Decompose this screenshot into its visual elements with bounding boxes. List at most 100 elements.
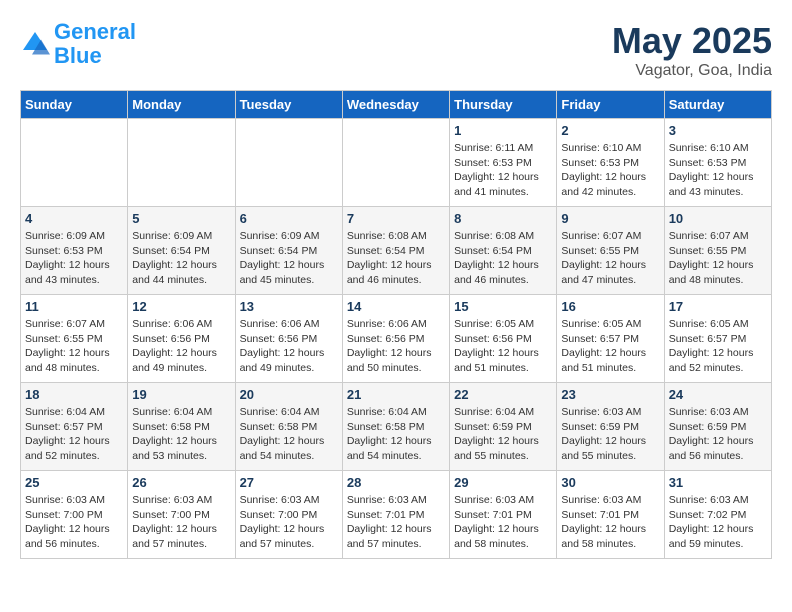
- day-info: Sunrise: 6:03 AM Sunset: 7:01 PM Dayligh…: [561, 493, 659, 552]
- calendar-cell: 17Sunrise: 6:05 AM Sunset: 6:57 PM Dayli…: [664, 295, 771, 383]
- calendar-week-row: 1 Sunrise: 6:11 AM Sunset: 6:53 PM Daylig…: [21, 119, 772, 207]
- day-number: 8: [454, 211, 552, 226]
- day-info: Sunrise: 6:08 AM Sunset: 6:54 PM Dayligh…: [454, 229, 552, 288]
- day-number: 15: [454, 299, 552, 314]
- day-number: 19: [132, 387, 230, 402]
- month-title: May 2025: [612, 20, 772, 62]
- weekday-header: Tuesday: [235, 91, 342, 119]
- day-info: Sunrise: 6:07 AM Sunset: 6:55 PM Dayligh…: [561, 229, 659, 288]
- logo: GeneralBlue: [20, 20, 136, 68]
- calendar-cell: 7 Sunrise: 6:08 AM Sunset: 6:54 PM Daylig…: [342, 207, 449, 295]
- calendar-body: 1 Sunrise: 6:11 AM Sunset: 6:53 PM Daylig…: [21, 119, 772, 559]
- calendar-cell: 27 Sunrise: 6:03 AM Sunset: 7:00 PM Dayli…: [235, 471, 342, 559]
- day-info: Sunrise: 6:07 AM Sunset: 6:55 PM Dayligh…: [669, 229, 767, 288]
- calendar-cell: 11Sunrise: 6:07 AM Sunset: 6:55 PM Dayli…: [21, 295, 128, 383]
- calendar-cell: 21Sunrise: 6:04 AM Sunset: 6:58 PM Dayli…: [342, 383, 449, 471]
- day-number: 28: [347, 475, 445, 490]
- day-number: 3: [669, 123, 767, 138]
- calendar-cell: 15 Sunrise: 6:05 AM Sunset: 6:56 PM Dayli…: [450, 295, 557, 383]
- calendar-week-row: 4 Sunrise: 6:09 AM Sunset: 6:53 PM Daylig…: [21, 207, 772, 295]
- day-number: 7: [347, 211, 445, 226]
- calendar-cell: 24 Sunrise: 6:03 AM Sunset: 6:59 PM Dayli…: [664, 383, 771, 471]
- calendar-cell: 10 Sunrise: 6:07 AM Sunset: 6:55 PM Dayli…: [664, 207, 771, 295]
- day-number: 9: [561, 211, 659, 226]
- day-info: Sunrise: 6:08 AM Sunset: 6:54 PM Dayligh…: [347, 229, 445, 288]
- calendar-cell: [342, 119, 449, 207]
- day-info: Sunrise: 6:03 AM Sunset: 7:00 PM Dayligh…: [25, 493, 123, 552]
- day-info: Sunrise: 6:11 AM Sunset: 6:53 PM Dayligh…: [454, 141, 552, 200]
- day-info: Sunrise: 6:04 AM Sunset: 6:59 PM Dayligh…: [454, 405, 552, 464]
- calendar-cell: 16Sunrise: 6:05 AM Sunset: 6:57 PM Dayli…: [557, 295, 664, 383]
- calendar-cell: 6Sunrise: 6:09 AM Sunset: 6:54 PM Daylig…: [235, 207, 342, 295]
- calendar-cell: 9 Sunrise: 6:07 AM Sunset: 6:55 PM Daylig…: [557, 207, 664, 295]
- calendar-cell: 20Sunrise: 6:04 AM Sunset: 6:58 PM Dayli…: [235, 383, 342, 471]
- day-info: Sunrise: 6:10 AM Sunset: 6:53 PM Dayligh…: [669, 141, 767, 200]
- day-info: Sunrise: 6:05 AM Sunset: 6:57 PM Dayligh…: [669, 317, 767, 376]
- day-number: 1: [454, 123, 552, 138]
- title-section: May 2025 Vagator, Goa, India: [612, 20, 772, 80]
- weekday-header: Friday: [557, 91, 664, 119]
- day-number: 22: [454, 387, 552, 402]
- calendar-cell: 26Sunrise: 6:03 AM Sunset: 7:00 PM Dayli…: [128, 471, 235, 559]
- weekday-header: Wednesday: [342, 91, 449, 119]
- day-number: 23: [561, 387, 659, 402]
- day-info: Sunrise: 6:06 AM Sunset: 6:56 PM Dayligh…: [347, 317, 445, 376]
- day-number: 2: [561, 123, 659, 138]
- calendar-cell: 31 Sunrise: 6:03 AM Sunset: 7:02 PM Dayli…: [664, 471, 771, 559]
- day-info: Sunrise: 6:10 AM Sunset: 6:53 PM Dayligh…: [561, 141, 659, 200]
- day-number: 4: [25, 211, 123, 226]
- calendar-cell: 25 Sunrise: 6:03 AM Sunset: 7:00 PM Dayli…: [21, 471, 128, 559]
- day-info: Sunrise: 6:03 AM Sunset: 7:00 PM Dayligh…: [240, 493, 338, 552]
- weekday-header: Sunday: [21, 91, 128, 119]
- calendar-cell: 13 Sunrise: 6:06 AM Sunset: 6:56 PM Dayli…: [235, 295, 342, 383]
- day-info: Sunrise: 6:09 AM Sunset: 6:54 PM Dayligh…: [132, 229, 230, 288]
- day-info: Sunrise: 6:06 AM Sunset: 6:56 PM Dayligh…: [240, 317, 338, 376]
- calendar-cell: 19Sunrise: 6:04 AM Sunset: 6:58 PM Dayli…: [128, 383, 235, 471]
- day-number: 31: [669, 475, 767, 490]
- day-info: Sunrise: 6:03 AM Sunset: 7:02 PM Dayligh…: [669, 493, 767, 552]
- calendar-cell: 3 Sunrise: 6:10 AM Sunset: 6:53 PM Daylig…: [664, 119, 771, 207]
- calendar-cell: 1 Sunrise: 6:11 AM Sunset: 6:53 PM Daylig…: [450, 119, 557, 207]
- day-number: 16: [561, 299, 659, 314]
- calendar-cell: 12Sunrise: 6:06 AM Sunset: 6:56 PM Dayli…: [128, 295, 235, 383]
- weekday-header: Thursday: [450, 91, 557, 119]
- calendar-week-row: 11Sunrise: 6:07 AM Sunset: 6:55 PM Dayli…: [21, 295, 772, 383]
- calendar-cell: 8 Sunrise: 6:08 AM Sunset: 6:54 PM Daylig…: [450, 207, 557, 295]
- weekday-header: Monday: [128, 91, 235, 119]
- calendar-header: SundayMondayTuesdayWednesdayThursdayFrid…: [21, 91, 772, 119]
- calendar-cell: 4 Sunrise: 6:09 AM Sunset: 6:53 PM Daylig…: [21, 207, 128, 295]
- day-info: Sunrise: 6:03 AM Sunset: 6:59 PM Dayligh…: [561, 405, 659, 464]
- day-info: Sunrise: 6:03 AM Sunset: 7:01 PM Dayligh…: [347, 493, 445, 552]
- day-info: Sunrise: 6:07 AM Sunset: 6:55 PM Dayligh…: [25, 317, 123, 376]
- day-info: Sunrise: 6:04 AM Sunset: 6:57 PM Dayligh…: [25, 405, 123, 464]
- day-number: 27: [240, 475, 338, 490]
- calendar-cell: 29Sunrise: 6:03 AM Sunset: 7:01 PM Dayli…: [450, 471, 557, 559]
- calendar-cell: [128, 119, 235, 207]
- calendar-cell: 23 Sunrise: 6:03 AM Sunset: 6:59 PM Dayli…: [557, 383, 664, 471]
- logo-text: GeneralBlue: [54, 20, 136, 68]
- day-number: 25: [25, 475, 123, 490]
- day-number: 14: [347, 299, 445, 314]
- day-number: 18: [25, 387, 123, 402]
- day-number: 13: [240, 299, 338, 314]
- calendar-week-row: 18 Sunrise: 6:04 AM Sunset: 6:57 PM Dayli…: [21, 383, 772, 471]
- weekday-row: SundayMondayTuesdayWednesdayThursdayFrid…: [21, 91, 772, 119]
- day-info: Sunrise: 6:09 AM Sunset: 6:53 PM Dayligh…: [25, 229, 123, 288]
- calendar-cell: [21, 119, 128, 207]
- calendar-cell: 5Sunrise: 6:09 AM Sunset: 6:54 PM Daylig…: [128, 207, 235, 295]
- day-info: Sunrise: 6:04 AM Sunset: 6:58 PM Dayligh…: [347, 405, 445, 464]
- day-number: 12: [132, 299, 230, 314]
- day-info: Sunrise: 6:04 AM Sunset: 6:58 PM Dayligh…: [240, 405, 338, 464]
- location: Vagator, Goa, India: [612, 62, 772, 80]
- day-number: 29: [454, 475, 552, 490]
- calendar-cell: 2 Sunrise: 6:10 AM Sunset: 6:53 PM Daylig…: [557, 119, 664, 207]
- weekday-header: Saturday: [664, 91, 771, 119]
- day-number: 24: [669, 387, 767, 402]
- calendar-cell: 18 Sunrise: 6:04 AM Sunset: 6:57 PM Dayli…: [21, 383, 128, 471]
- calendar-cell: 28 Sunrise: 6:03 AM Sunset: 7:01 PM Dayli…: [342, 471, 449, 559]
- day-number: 10: [669, 211, 767, 226]
- day-info: Sunrise: 6:05 AM Sunset: 6:56 PM Dayligh…: [454, 317, 552, 376]
- day-info: Sunrise: 6:09 AM Sunset: 6:54 PM Dayligh…: [240, 229, 338, 288]
- day-info: Sunrise: 6:03 AM Sunset: 6:59 PM Dayligh…: [669, 405, 767, 464]
- page-header: GeneralBlue May 2025 Vagator, Goa, India: [20, 20, 772, 80]
